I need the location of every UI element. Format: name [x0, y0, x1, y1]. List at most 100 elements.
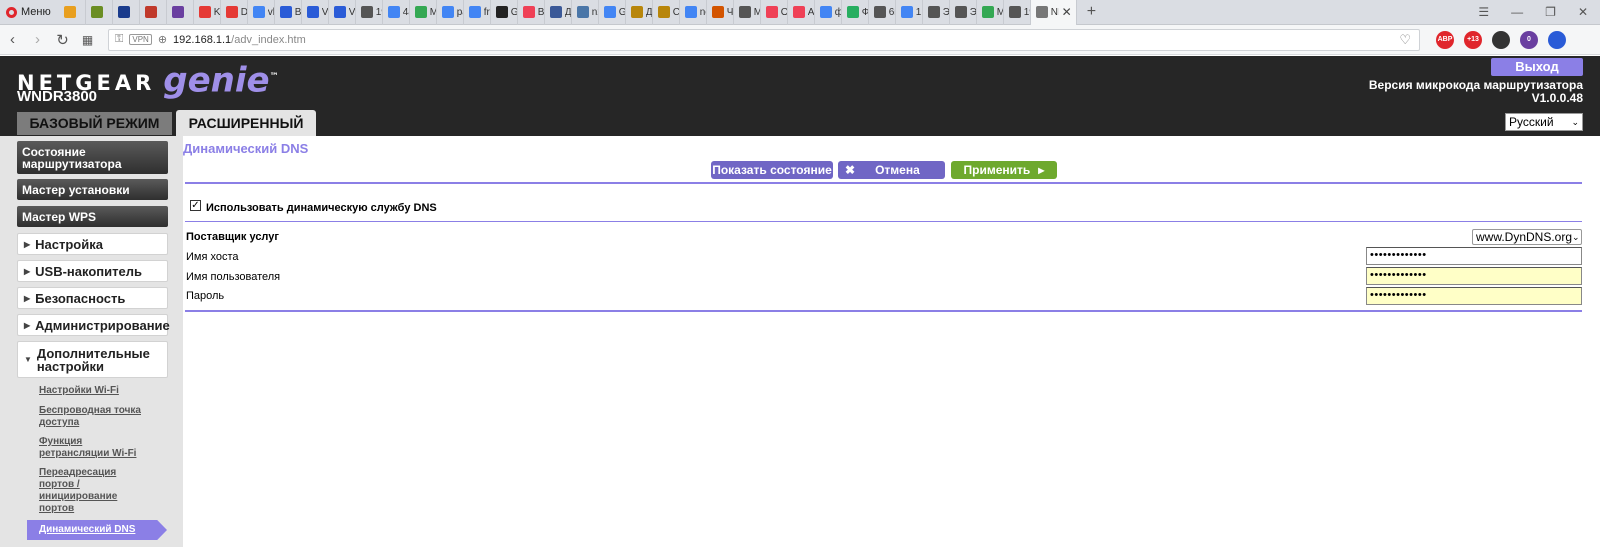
browser-tab[interactable]: 19 [1004, 0, 1031, 25]
apply-button[interactable]: Применить ▶ [951, 161, 1057, 179]
z-icon [279, 6, 292, 18]
language-select[interactable]: Русский ⌄ [1505, 113, 1583, 131]
browser-tab[interactable]: 1 [896, 0, 923, 25]
logout-button[interactable]: Выход [1491, 58, 1583, 76]
64-icon [90, 6, 103, 18]
browser-tab[interactable] [86, 0, 113, 25]
host-name-input[interactable]: ••••••••••••• [1366, 247, 1582, 265]
shield-icon [144, 6, 157, 18]
opera-logo-icon [6, 6, 17, 18]
sidebar-item-administration[interactable]: ▶ Администрирование [17, 314, 170, 336]
abp-icon[interactable]: ABP [1436, 30, 1454, 49]
leaf-icon [846, 6, 859, 18]
sidebar-item-advanced-settings[interactable]: ▼ Дополнительные настройки [17, 341, 168, 378]
browser-tab[interactable]: fri [464, 0, 491, 25]
browser-tab[interactable] [59, 0, 86, 25]
sidebar-sub-wifi-repeater[interactable]: Функция ретрансляции Wi-Fi [39, 436, 149, 460]
sidebar-sub-dynamic-dns[interactable]: Динамический DNS [27, 520, 167, 540]
browser-tab[interactable]: VK [302, 0, 329, 25]
badge-extension-icon[interactable]: +13 [1464, 30, 1482, 49]
doc-icon [873, 6, 886, 18]
browser-tab[interactable]: Фi [842, 0, 869, 25]
chevron-down-icon: ⌄ [1572, 231, 1580, 242]
sidebar-sub-access-point[interactable]: Беспроводная точка доступа [39, 405, 149, 429]
opera-menu-button[interactable]: Меню [0, 0, 59, 25]
browser-tab[interactable]: 4a [383, 0, 410, 25]
username-input[interactable]: ••••••••••••• [1366, 267, 1582, 285]
lamp-icon[interactable] [1492, 30, 1510, 49]
close-tab-icon[interactable]: ✕ [1062, 5, 1072, 19]
browser-tab[interactable]: Gi [491, 0, 518, 25]
browser-tab[interactable]: фі [815, 0, 842, 25]
drive-icon [981, 6, 994, 18]
browser-tab[interactable]: Чт [707, 0, 734, 25]
browser-tab[interactable]: 6к [869, 0, 896, 25]
sidebar-item-usb-storage[interactable]: ▶ USB-накопитель [17, 260, 168, 282]
google-icon [819, 6, 832, 18]
tab-menu-icon[interactable]: ☰ [1478, 5, 1489, 19]
key-icon: ⚿ [115, 33, 124, 45]
sidebar-item-wps-wizard[interactable]: Мастер WPS [17, 206, 168, 227]
browser-tab[interactable]: Gi [599, 0, 626, 25]
download-icon[interactable] [1548, 30, 1566, 49]
browser-tab[interactable] [113, 0, 140, 25]
sidebar-item-setup[interactable]: ▶ Настройка [17, 233, 168, 255]
browser-tab-active[interactable]: NI ✕ [1030, 0, 1077, 25]
forward-icon[interactable]: › [25, 31, 50, 48]
back-icon[interactable]: ‹ [0, 31, 25, 48]
close-window-icon[interactable]: ✕ [1578, 5, 1588, 19]
browser-tab[interactable]: At [788, 0, 815, 25]
sidebar-item-router-status[interactable]: Состояние маршрутизатора [17, 141, 168, 174]
browser-tab[interactable]: DF [221, 0, 248, 25]
speed-dial-icon[interactable]: ▦ [75, 33, 100, 47]
heart-icon[interactable]: ♡ [1399, 32, 1411, 48]
provider-select[interactable]: www.DynDNS.org ⌄ [1472, 229, 1582, 245]
close-icon: ✖ [845, 163, 856, 177]
tab-basic-mode[interactable]: БАЗОВЫЙ РЕЖИМ [17, 112, 172, 135]
browser-tab[interactable]: Vk [329, 0, 356, 25]
google-icon [441, 6, 454, 18]
browser-tab[interactable]: 19 [356, 0, 383, 25]
sidebar-sub-port-forwarding[interactable]: Переадресация портов / инициирование пор… [39, 467, 149, 515]
window-controls: ☰ — ❐ ✕ [1478, 5, 1600, 19]
browser-tab[interactable]: Дс [545, 0, 572, 25]
browser-tab[interactable]: Дс [626, 0, 653, 25]
vpn-badge[interactable]: VPN [129, 34, 152, 45]
show-status-button[interactable]: Показать состояние [711, 161, 833, 179]
caret-right-icon: ▶ [24, 320, 31, 330]
browser-tab[interactable]: nc [680, 0, 707, 25]
cancel-button[interactable]: ✖ Отмена [838, 161, 945, 179]
browser-tab[interactable]: Эк [950, 0, 977, 25]
url-field[interactable]: ⚿ VPN ⊕ 192.168.1.1 /adv_index.htm ♡ [108, 28, 1420, 51]
browser-tab[interactable]: Ol [761, 0, 788, 25]
browser-tab[interactable]: Эк [923, 0, 950, 25]
browser-tab[interactable]: Ka [194, 0, 221, 25]
reload-icon[interactable]: ↻ [50, 31, 75, 49]
sidebar-item-security[interactable]: ▶ Безопасность [17, 287, 168, 309]
browser-tab[interactable] [167, 0, 194, 25]
tab-advanced[interactable]: РАСШИРЕННЫЙ [176, 110, 316, 136]
use-ddns-checkbox[interactable]: ✓ [190, 200, 201, 211]
caret-right-icon: ▶ [24, 239, 31, 249]
z-icon [333, 6, 346, 18]
chevron-down-icon: ⌄ [1571, 116, 1579, 127]
browser-tab[interactable]: n2 [572, 0, 599, 25]
browser-tab[interactable]: BK [275, 0, 302, 25]
pocket-icon [792, 6, 805, 18]
browser-tab[interactable]: M [734, 0, 761, 25]
sidebar-item-setup-wizard[interactable]: Мастер установки [17, 179, 168, 200]
browser-tab[interactable]: Co [653, 0, 680, 25]
browser-tab[interactable]: pa [437, 0, 464, 25]
translate-extension-icon[interactable]: 0 [1520, 30, 1538, 49]
sidebar-sub-wifi-settings[interactable]: Настройки Wi-Fi [39, 385, 149, 397]
browser-tab[interactable]: vk [248, 0, 275, 25]
router-model: WNDR3800 [17, 88, 98, 105]
minimize-icon[interactable]: — [1511, 5, 1523, 19]
new-tab-button[interactable]: + [1077, 3, 1106, 21]
browser-tab[interactable]: M [977, 0, 1004, 25]
password-input[interactable]: ••••••••••••• [1366, 287, 1582, 305]
browser-tab[interactable] [140, 0, 167, 25]
browser-tab[interactable]: Ba [518, 0, 545, 25]
restore-icon[interactable]: ❐ [1545, 5, 1556, 19]
browser-tab[interactable]: M [410, 0, 437, 25]
